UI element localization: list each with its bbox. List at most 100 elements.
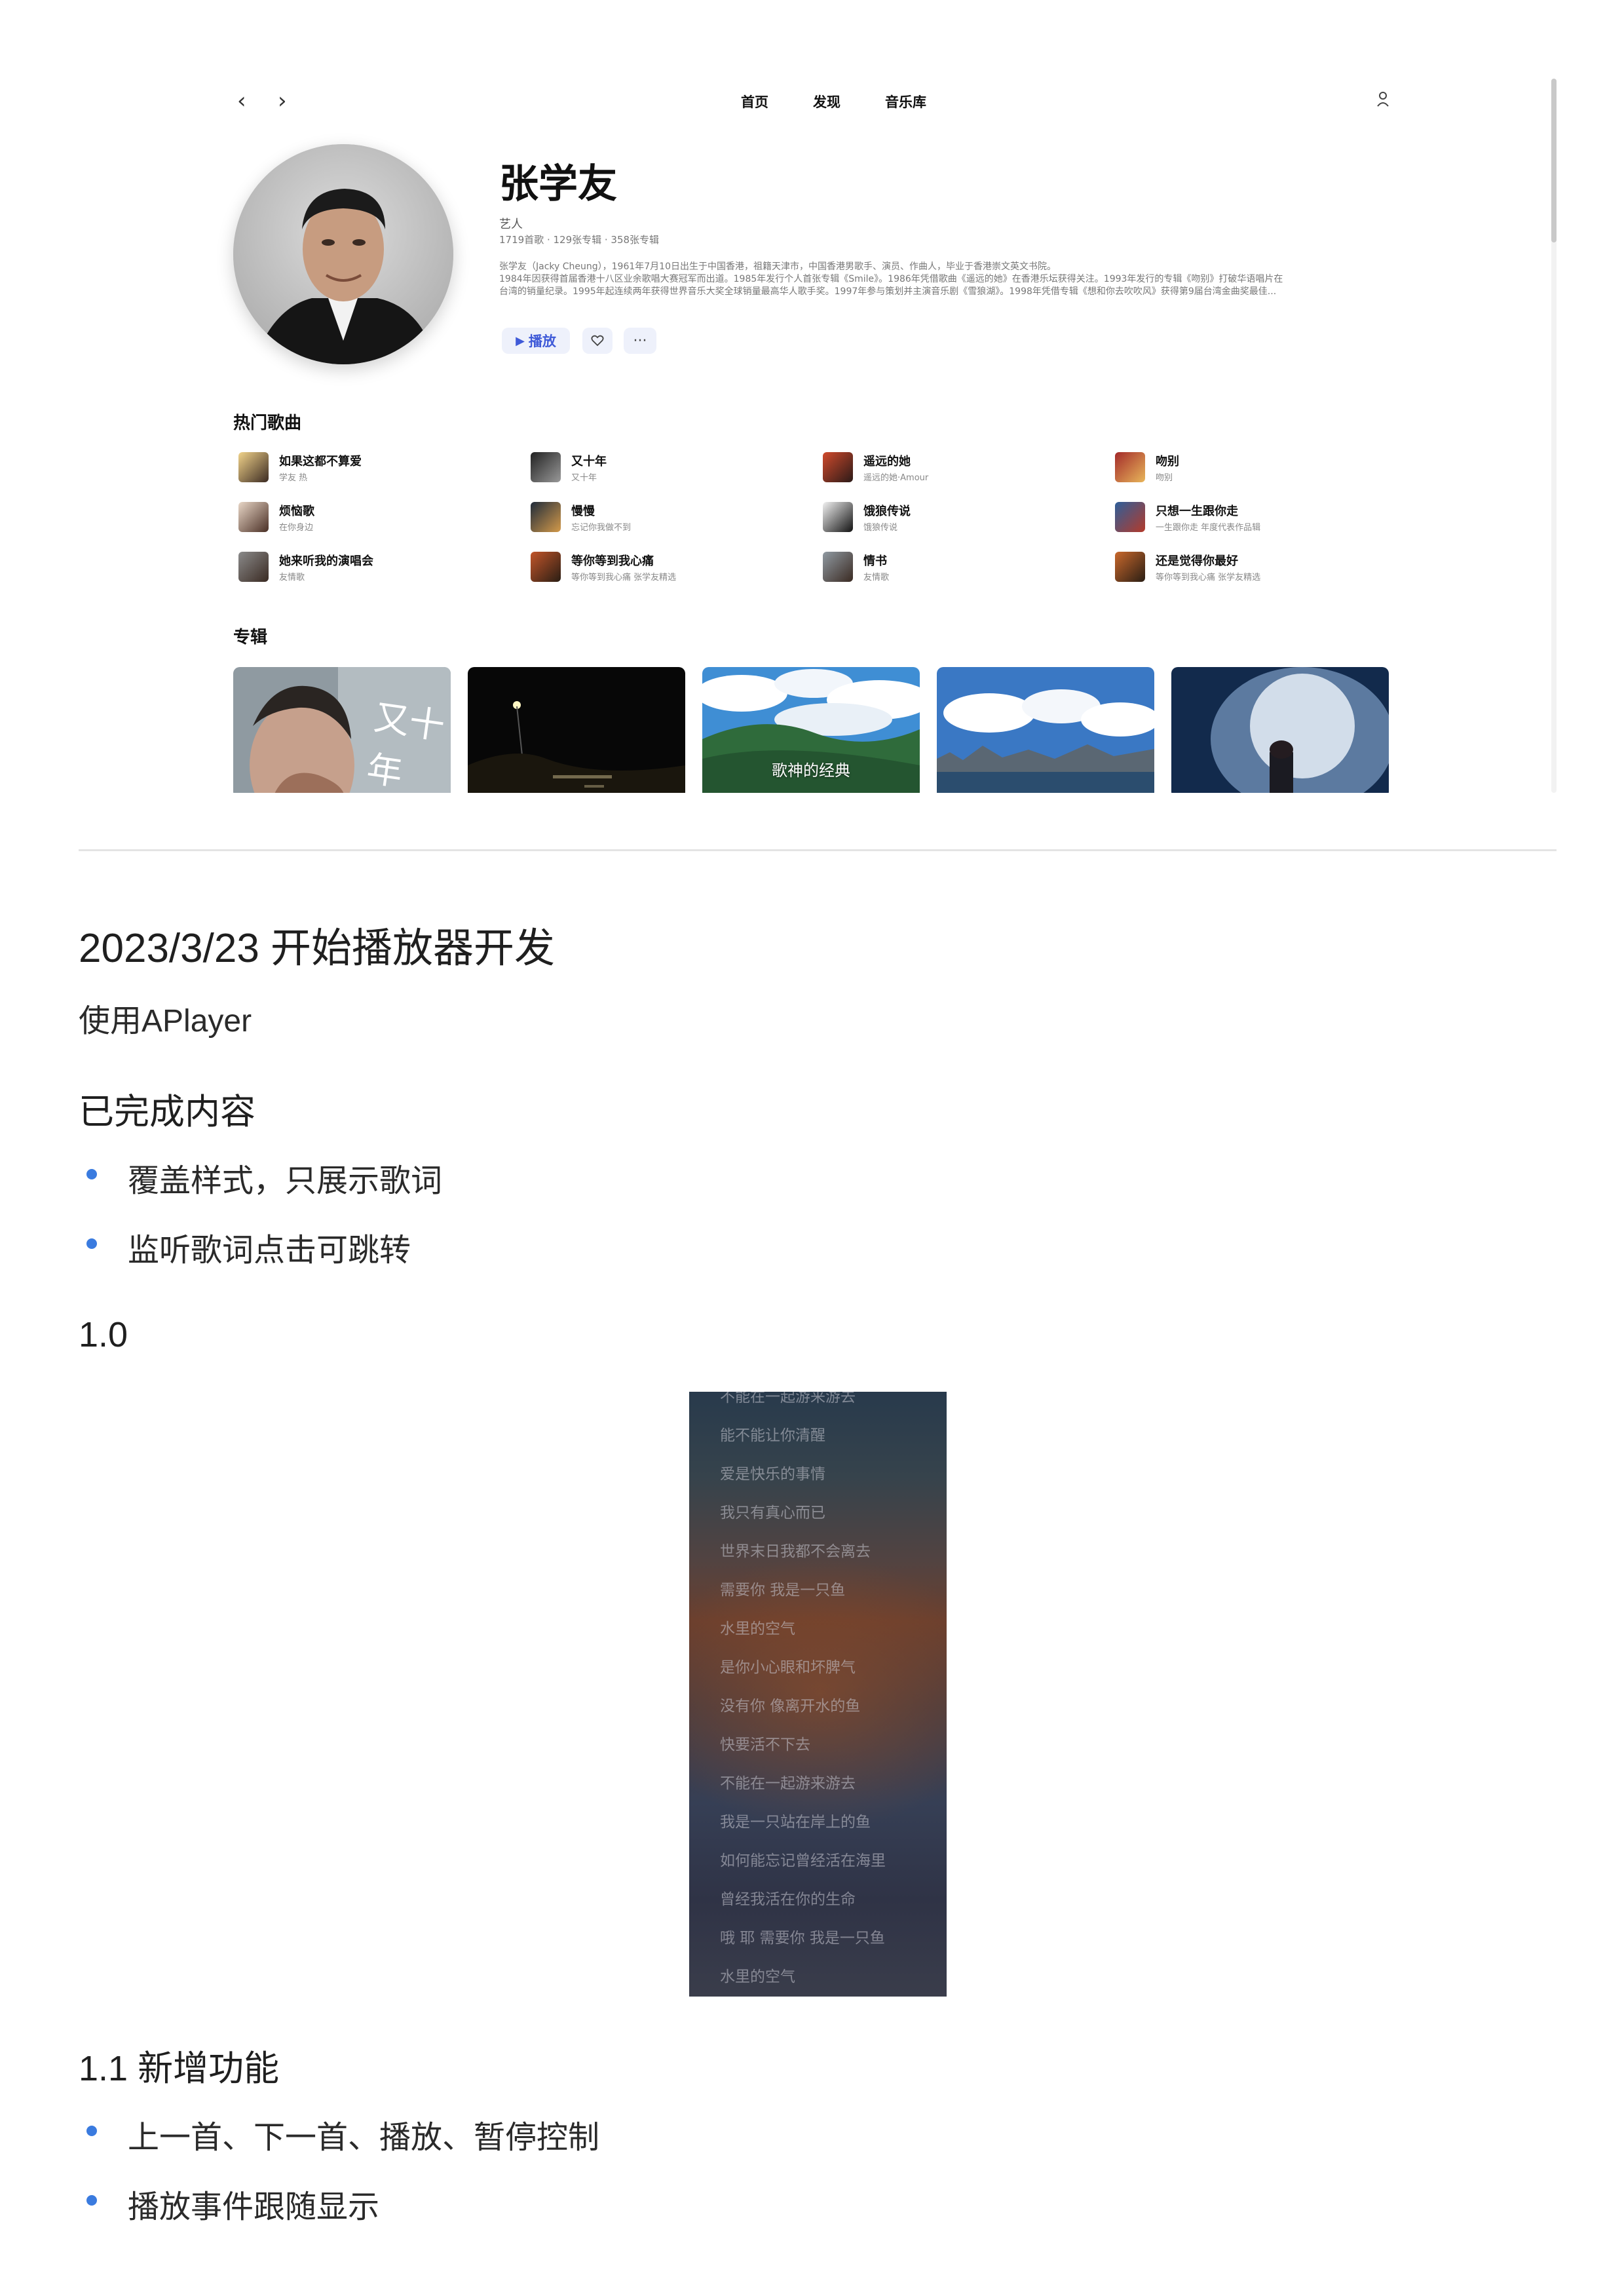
list-bullet — [86, 2126, 97, 2136]
user-icon[interactable] — [1375, 90, 1391, 109]
song-item[interactable]: 她来听我的演唱会 友情歌 — [233, 552, 495, 588]
album-card[interactable]: 又十年 — [233, 667, 451, 793]
lyric-line[interactable]: 不能在一起游来游去 — [720, 1770, 856, 1793]
more-button[interactable]: ··· — [624, 328, 656, 354]
song-album: 忘记你我做不到 — [571, 523, 632, 533]
album-card[interactable] — [468, 667, 685, 793]
song-cover — [531, 552, 561, 582]
list-item: 覆盖样式，只展示歌词 — [128, 1164, 443, 1198]
album-card[interactable] — [1171, 667, 1389, 793]
album-cover — [1171, 667, 1389, 793]
artist-avatar — [233, 144, 453, 364]
song-name: 还是觉得你最好 — [1156, 554, 1238, 568]
song-album: 遥远的她·Amour — [863, 473, 929, 483]
song-album: 在你身边 — [279, 523, 314, 533]
song-item[interactable]: 吻别 吻别 — [1110, 452, 1372, 489]
song-cover — [823, 452, 853, 482]
artist-bio-line: 台湾的销量纪录。1995年起连续两年获得世界音乐大奖全球销量最高华人歌手奖。19… — [499, 286, 1277, 297]
album-caption: 又十年 — [364, 697, 447, 793]
song-item[interactable]: 遥远的她遥远的她·Amour — [818, 452, 1080, 489]
lyric-line[interactable]: 如何能忘记曾经活在海里 — [720, 1848, 886, 1870]
song-album: 等你等到我心痛 张学友精选 — [1156, 573, 1261, 583]
lyric-line[interactable]: 快要活不下去 — [720, 1732, 810, 1754]
artist-bio: 张学友（Jacky Cheung），1961年7月10日出生于中国香港，祖籍天津… — [499, 261, 1397, 298]
list-bullet — [86, 2195, 97, 2206]
chevron-right-icon[interactable]: › — [278, 88, 287, 114]
song-album: 等你等到我心痛 张学友精选 — [571, 573, 677, 583]
song-name: 遥远的她 — [863, 455, 911, 469]
lyric-line[interactable]: 是你小心眼和坏脾气 — [720, 1655, 856, 1677]
song-album: 学友 热 — [279, 473, 308, 483]
song-item[interactable]: 又十年 又十年 — [525, 452, 787, 489]
lyric-line[interactable]: 我只有真心而已 — [720, 1500, 825, 1522]
song-name: 情书 — [863, 554, 887, 568]
chevron-left-icon[interactable]: ‹ — [237, 88, 246, 114]
song-cover — [531, 502, 561, 532]
lyric-line[interactable]: 水里的空气 — [720, 1616, 795, 1638]
play-button[interactable]: ▶ 播放 — [502, 328, 570, 354]
scrollbar-thumb[interactable] — [1551, 79, 1557, 242]
song-cover — [1115, 552, 1145, 582]
song-item[interactable]: 如果这都不算爱学友 热 — [233, 452, 495, 489]
song-name: 又十年 — [571, 455, 607, 469]
song-item[interactable]: 还是觉得你最好等你等到我心痛 张学友精选 — [1110, 552, 1372, 588]
lyric-line[interactable]: 需要你 我是一只鱼 — [720, 1577, 845, 1599]
lyric-line[interactable]: 哦 耶 需要你 我是一只鱼 — [720, 1925, 885, 1947]
song-item[interactable]: 饿狼传说 饿狼传说 — [818, 502, 1080, 539]
song-cover — [238, 502, 269, 532]
lyric-line[interactable]: 能不能让你清醒 — [720, 1423, 825, 1445]
artist-name: 张学友 — [499, 161, 617, 207]
song-name: 吻别 — [1156, 455, 1179, 469]
song-album: 友情歌 — [863, 573, 890, 583]
song-name: 她来听我的演唱会 — [279, 554, 373, 568]
song-name: 如果这都不算爱 — [279, 455, 362, 469]
album-card[interactable] — [937, 667, 1154, 793]
artist-type: 艺人 — [499, 218, 523, 231]
nav-home[interactable]: 首页 — [741, 92, 768, 111]
album-cover — [468, 667, 685, 793]
lyric-line[interactable]: 我是一只站在岸上的鱼 — [720, 1809, 871, 1831]
lyric-line[interactable]: 不能在一起游来游去 — [720, 1392, 856, 1406]
version-heading: 1.0 — [79, 1315, 128, 1354]
lyric-line[interactable]: 曾经我活在你的生命 — [720, 1886, 856, 1909]
favorite-button[interactable] — [582, 328, 613, 354]
lyric-line[interactable]: 没有你 像离开水的鱼 — [720, 1693, 860, 1715]
lyric-line[interactable]: 爱是快乐的事情 — [720, 1461, 825, 1483]
song-item[interactable]: 只想一生跟你走一生跟你走 年度代表作品辑 — [1110, 502, 1372, 539]
song-item[interactable]: 慢慢 忘记你我做不到 — [525, 502, 787, 539]
more-icon: ··· — [633, 332, 647, 349]
song-name: 慢慢 — [571, 505, 595, 518]
list-item: 播放事件跟随显示 — [128, 2190, 380, 2225]
song-album: 一生跟你走 年度代表作品辑 — [1156, 523, 1261, 533]
song-cover — [238, 552, 269, 582]
song-cover — [1115, 452, 1145, 482]
lyric-line[interactable]: 水里的空气 — [720, 1964, 795, 1986]
nav-library[interactable]: 音乐库 — [885, 92, 926, 111]
list-bullet — [86, 1238, 97, 1249]
lyric-line[interactable]: 世界末日我都不会离去 — [720, 1539, 871, 1561]
doc-heading: 2023/3/23 开始播放器开发 — [79, 926, 556, 971]
lyrics-panel: 不能在一起游来游去 能不能让你清醒 爱是快乐的事情 我只有真心而已 世界末日我都不会离去… — [689, 1392, 947, 1997]
music-app-screenshot: ‹ › 首页 发现 音乐库 张学友 艺人 1719首歌 · 129张专辑 · 3… — [214, 72, 1557, 793]
play-button-label: 播放 — [528, 334, 556, 349]
song-album: 又十年 — [571, 473, 597, 483]
albums-title: 专辑 — [233, 628, 268, 647]
song-name: 烦恼歌 — [279, 505, 314, 518]
list-item: 上一首、下一首、播放、暂停控制 — [128, 2120, 600, 2155]
song-album: 吻别 — [1156, 473, 1173, 483]
song-cover — [531, 452, 561, 482]
song-item[interactable]: 烦恼歌 在你身边 — [233, 502, 495, 539]
version-1-1-heading: 1.1 新增功能 — [79, 2049, 280, 2088]
section-divider — [79, 849, 1557, 851]
song-name: 只想一生跟你走 — [1156, 505, 1238, 518]
heart-icon — [591, 335, 604, 347]
artist-stats: 1719首歌 · 129张专辑 · 358张专辑 — [499, 234, 660, 246]
album-caption: 歌神的经典 — [772, 761, 850, 780]
done-heading: 已完成内容 — [79, 1092, 255, 1132]
nav-discover[interactable]: 发现 — [813, 92, 840, 111]
album-card[interactable]: 歌神的经典 — [702, 667, 920, 793]
song-item[interactable]: 情书 友情歌 — [818, 552, 1080, 588]
song-item[interactable]: 等你等到我心痛 等你等到我心痛 张学友精选 — [525, 552, 787, 588]
song-cover — [823, 552, 853, 582]
song-cover — [238, 452, 269, 482]
